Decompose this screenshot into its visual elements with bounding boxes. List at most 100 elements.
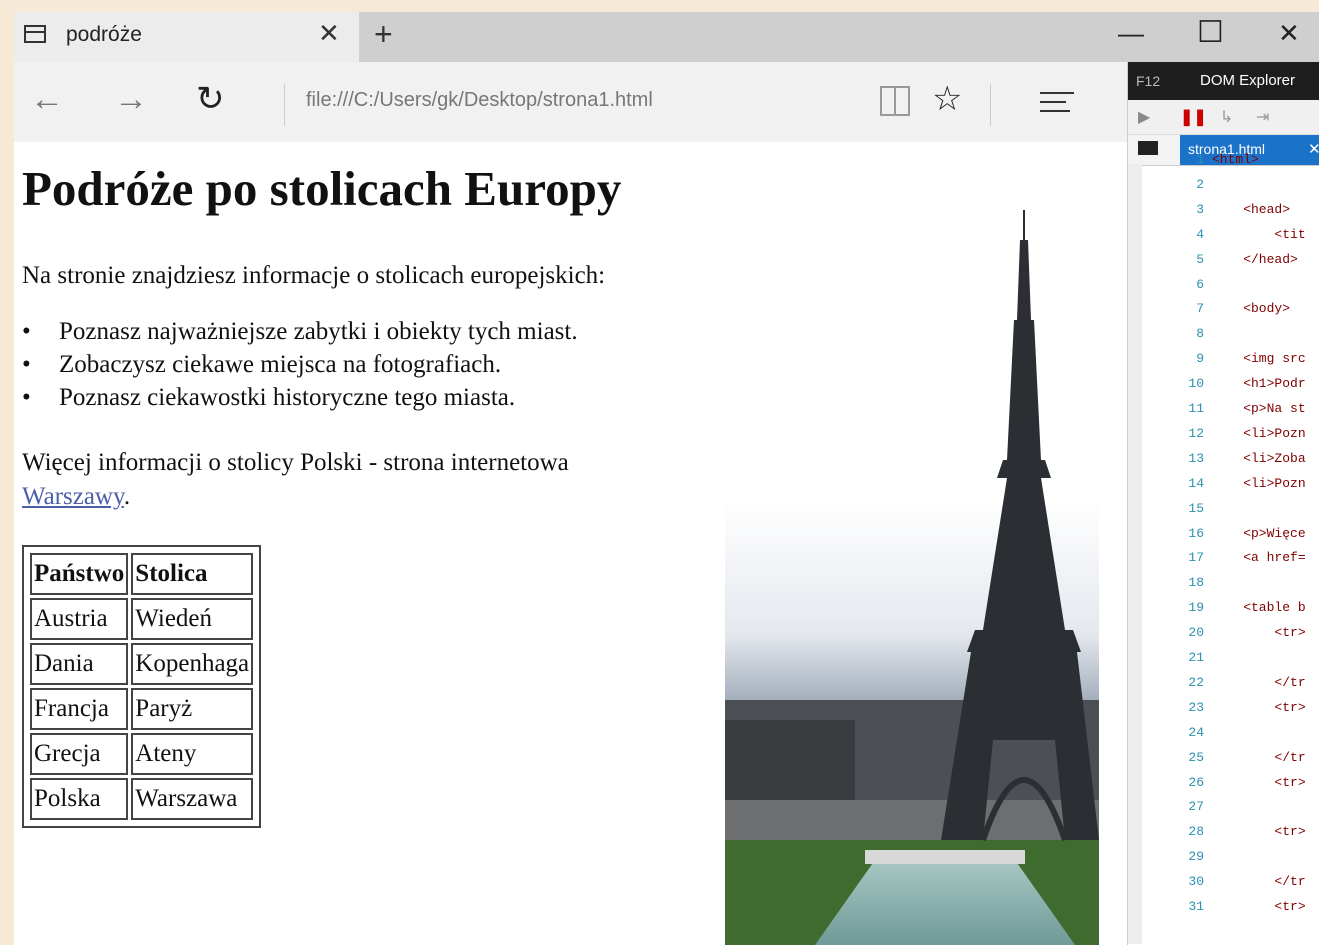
line-number: 1 [1196,152,1204,167]
table-cell: Austria [30,598,129,640]
period: . [123,483,131,510]
back-arrow-icon[interactable]: ← [30,82,64,116]
close-window-button[interactable]: ✕ [1278,20,1300,46]
play-icon[interactable]: ▶ [1138,107,1150,127]
code-line: <tr> [1212,699,1306,715]
new-tab-button[interactable]: + [374,18,393,50]
file-tab-close-icon[interactable]: ✕ [1308,140,1319,158]
table-cell: Wiedeń [131,598,254,640]
table-row: Dania Kopenhaga [30,643,254,685]
warszawa-link[interactable]: Warszawy [22,483,124,510]
maximize-button[interactable]: ☐ [1197,18,1224,48]
line-number: 11 [1188,401,1204,416]
line-number: 26 [1188,774,1204,790]
table-cell: Dania [30,643,129,685]
address-bar-row: ← → ↻ file:///C:/Users/gk/Desktop/strona… [14,62,1319,142]
divider [284,84,285,126]
line-number: 10 [1188,376,1204,392]
line-number: 22 [1188,674,1204,690]
table-cell: Paryż [131,688,254,730]
title-bar: podróże ✕ + — ☐ ✕ [14,12,1319,62]
refresh-icon[interactable]: ↻ [196,82,225,116]
dom-explorer-tab[interactable]: DOM Explorer [1200,72,1295,89]
line-number: 5 [1196,251,1204,267]
pause-icon[interactable]: ❚❚ [1180,107,1207,127]
table-header: Państwo [30,553,129,595]
line-number: 4 [1196,226,1204,242]
code-line: <li>Zoba [1212,450,1306,466]
hub-menu-icon[interactable] [1040,92,1074,119]
code-line: <head> [1212,201,1291,217]
code-line: <img src [1212,351,1306,367]
tab-title: podróże [66,23,142,46]
divider [990,84,991,126]
line-number: 27 [1188,799,1204,815]
line-number: 3 [1196,201,1204,217]
line-number: 19 [1188,600,1204,616]
line-number: 16 [1188,525,1204,541]
code-line: <tr> [1212,824,1306,840]
table-cell: Francja [30,688,129,730]
line-number: 12 [1188,425,1204,441]
more-info-paragraph: Więcej informacji o stolicy Polski - str… [22,446,662,514]
code-line: <html> [1212,152,1259,167]
line-number: 6 [1196,276,1204,292]
code-line: <p>Na st [1212,401,1306,416]
line-number: 23 [1188,699,1204,715]
devtools-panel: F12 DOM Explorer ▶ ❚❚ ↳ ⇥ strona1.html ✕… [1127,62,1319,945]
line-number: 28 [1188,824,1204,840]
tab-page-icon [24,25,46,43]
code-line: <p>Więce [1212,525,1306,541]
minimize-button[interactable]: — [1118,20,1144,46]
debugger-toolbar: ▶ ❚❚ ↳ ⇥ [1128,100,1319,135]
table-row: Austria Wiedeń [30,598,254,640]
line-number: 30 [1188,874,1204,890]
more-info-text: Więcej informacji o stolicy Polski - str… [22,449,569,476]
address-input[interactable]: file:///C:/Users/gk/Desktop/strona1.html [306,89,653,112]
code-line: <tr> [1212,625,1306,641]
table-header-row: Państwo Stolica [30,553,254,595]
line-number: 18 [1188,575,1204,591]
line-number: 14 [1188,475,1204,491]
code-line: </tr [1212,874,1306,890]
code-line: </tr [1212,674,1306,690]
table-row: Francja Paryż [30,688,254,730]
table-row: Polska Warszawa [30,778,254,820]
list-item: Poznasz ciekawostki historyczne tego mia… [22,384,578,417]
line-number: 13 [1188,450,1204,466]
line-number: 25 [1188,749,1204,765]
intro-paragraph: Na stronie znajdziesz informacje o stoli… [22,262,606,289]
browser-window: podróże ✕ + — ☐ ✕ ← → ↻ file:///C:/Users… [14,12,1319,945]
page-heading: Podróże po stolicach Europy [22,161,622,216]
forward-arrow-icon[interactable]: → [114,82,148,116]
line-number: 17 [1188,550,1204,566]
reading-view-icon[interactable] [880,86,910,116]
table-cell: Grecja [30,733,129,775]
favorite-star-icon[interactable]: ☆ [932,82,962,116]
line-number: 29 [1188,849,1204,865]
line-number: 24 [1188,724,1204,740]
line-number: 7 [1196,301,1204,317]
browser-tab[interactable]: podróże ✕ [14,12,359,62]
table-cell: Warszawa [131,778,254,820]
table-header: Stolica [131,553,254,595]
table-cell: Polska [30,778,129,820]
code-line: <a href= [1212,550,1306,566]
code-line: <tr> [1212,899,1306,914]
step-into-icon[interactable]: ↳ [1220,107,1233,127]
line-number: 20 [1188,625,1204,641]
line-number: 21 [1188,650,1204,665]
step-over-icon[interactable]: ⇥ [1256,107,1269,127]
devtools-header: F12 DOM Explorer [1128,62,1319,100]
list-item: Poznasz najważniejsze zabytki i obiekty … [22,318,578,351]
table-row: Grecja Ateny [30,733,254,775]
features-list: Poznasz najważniejsze zabytki i obiekty … [22,318,578,417]
code-line: <table b [1212,600,1306,616]
line-number: 8 [1196,326,1204,342]
line-number: 31 [1188,899,1204,914]
code-line: <li>Pozn [1212,425,1306,441]
tab-close-icon[interactable]: ✕ [318,20,340,46]
code-line: </head> [1212,251,1298,267]
table-cell: Ateny [131,733,254,775]
code-line: <h1>Podr [1212,376,1306,392]
